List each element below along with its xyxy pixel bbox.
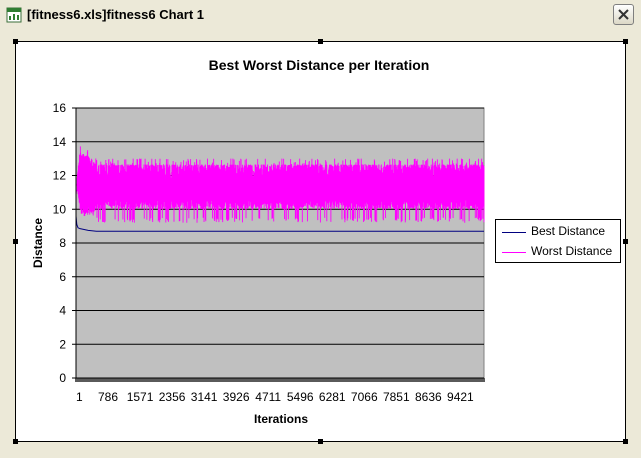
chart-legend[interactable]: Best Distance Worst Distance: [495, 219, 621, 263]
legend-label-worst: Worst Distance: [531, 244, 613, 258]
x-tick-label-5: 3926: [223, 390, 250, 404]
y-tick-label-1: 2: [59, 337, 66, 351]
y-tick-label-6: 12: [53, 169, 67, 183]
x-tick-label-12: 9421: [447, 390, 474, 404]
x-tick-label-0: 1: [76, 390, 83, 404]
x-axis-ticks: [75, 378, 485, 382]
y-tick-label-7: 14: [53, 135, 67, 149]
x-tick-label-11: 8636: [415, 390, 442, 404]
chart-window: [fitness6.xls]fitness6 Chart 1 Best Wors…: [0, 0, 641, 458]
x-tick-label-3: 2356: [159, 390, 186, 404]
y-axis-title: Distance: [31, 218, 45, 268]
chart-title: Best Worst Distance per Iteration: [209, 57, 430, 73]
x-axis-title: Iterations: [254, 412, 308, 426]
legend-item-worst: Worst Distance: [500, 243, 618, 261]
y-tick-label-4: 8: [59, 236, 66, 250]
y-tick-label-2: 4: [59, 304, 66, 318]
x-tick-label-9: 7066: [351, 390, 378, 404]
x-tick-label-2: 1571: [127, 390, 154, 404]
x-tick-label-4: 3141: [191, 390, 218, 404]
y-tick-label-0: 0: [59, 371, 66, 385]
y-tick-label-8: 16: [53, 101, 67, 115]
legend-swatch-worst: [502, 252, 526, 253]
y-tick-label-3: 6: [59, 270, 66, 284]
legend-item-best: Best Distance: [500, 223, 618, 241]
x-tick-label-7: 5496: [287, 390, 314, 404]
legend-swatch-best: [502, 232, 526, 233]
x-tick-label-1: 786: [98, 390, 118, 404]
y-tick-label-5: 10: [53, 202, 67, 216]
x-tick-label-6: 4711: [255, 390, 281, 404]
x-tick-label-8: 6281: [319, 390, 346, 404]
legend-label-best: Best Distance: [531, 224, 606, 238]
x-tick-label-10: 7851: [383, 390, 410, 404]
